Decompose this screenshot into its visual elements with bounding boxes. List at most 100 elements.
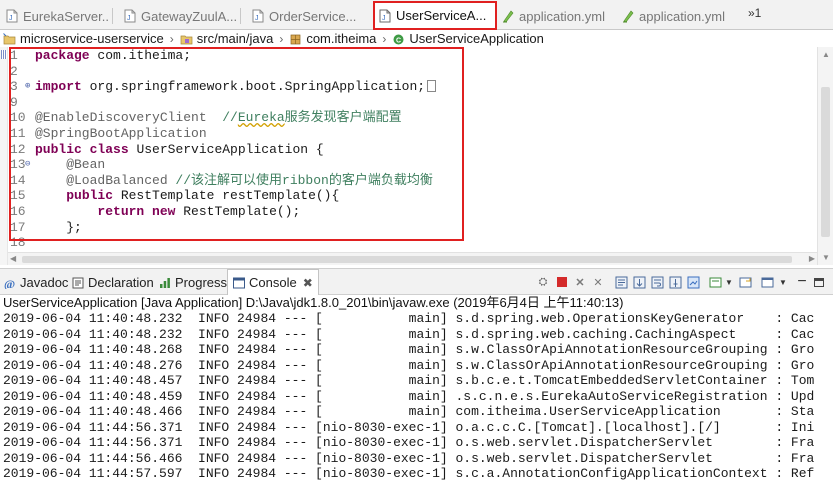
javadoc-icon: @ (4, 277, 15, 289)
tab-gateway-zuul[interactable]: J GatewayZuulA... (124, 4, 236, 28)
tab-application-yml-2[interactable]: application.yml (622, 4, 734, 28)
code-lines[interactable]: 1 package com.itheima; 2 3 ⊕ import org.sprin… (8, 48, 833, 251)
collapse-fold-icon[interactable]: ⊖ (25, 157, 30, 173)
expand-fold-icon[interactable]: ⊕ (25, 79, 30, 95)
breadcrumb-folder[interactable]: src/main/java (180, 31, 273, 46)
progress-icon (160, 277, 170, 288)
clear-console-icon[interactable] (614, 275, 628, 289)
display-console-icon[interactable] (708, 275, 722, 289)
code-token: class (89, 141, 129, 157)
tab-label: OrderService... (269, 8, 357, 24)
code-line[interactable]: 17 }; (8, 220, 833, 236)
log-line: 2019-06-04 11:40:48.276 INFO 24984 --- [… (3, 357, 833, 373)
code-line[interactable]: 13 ⊖ @Bean (8, 157, 833, 173)
code-line[interactable]: 11 @SpringBootApplication (8, 126, 833, 142)
svg-text:J: J (9, 15, 13, 22)
log-line: 2019-06-04 11:40:48.459 INFO 24984 --- [… (3, 388, 833, 404)
editor-horizontal-scrollbar[interactable]: ◀ ▶ (8, 252, 817, 265)
close-icon[interactable]: ✖ (303, 276, 313, 290)
maximize-icon[interactable] (812, 275, 826, 289)
arrow-left-icon[interactable]: ◀ (10, 254, 16, 263)
tab-console[interactable]: Console ✖ (227, 269, 319, 295)
chevron-right-icon: › (279, 31, 284, 46)
collapsed-region-icon[interactable] (427, 80, 437, 93)
tab-progress[interactable]: Progress (159, 272, 227, 293)
tab-user-service[interactable]: J UserServiceA... ✖ (373, 1, 497, 30)
code-line[interactable]: 18 (8, 235, 833, 251)
console-right-edge (815, 311, 833, 483)
code-line[interactable]: 14 @LoadBalanced //该注解可以使用ribbon的客户端负载均衡 (8, 173, 833, 189)
scrollbar-thumb[interactable] (821, 87, 830, 237)
tab-application-yml-1[interactable]: application.yml (502, 4, 614, 28)
line-number: 11 (10, 125, 26, 141)
code-line[interactable]: 2 (8, 64, 833, 80)
show-console-icon[interactable] (686, 275, 700, 289)
breadcrumb-class-label: UserServiceApplication (409, 31, 544, 46)
svg-text:J: J (127, 15, 131, 22)
code-line[interactable]: 3 ⊕ import org.springframework.boot.Spring… (8, 79, 833, 95)
line-number: 15 (10, 188, 26, 204)
code-line[interactable]: 10 @EnableDiscoveryClient //Eureka服务发现客户端… (8, 110, 833, 126)
code-token: @LoadBalanced (35, 172, 168, 188)
terminate-icon[interactable] (555, 275, 569, 289)
tab-declaration[interactable]: Declaration (72, 272, 154, 293)
tab-label: EurekaServer... (23, 8, 110, 24)
code-text: public RestTemplate restTemplate(){ (35, 188, 339, 204)
arrow-down-icon[interactable]: ▼ (822, 253, 830, 262)
remove-all-icon[interactable]: ✕ (591, 275, 605, 289)
code-line[interactable]: 1 package com.itheima; (8, 48, 833, 64)
code-line[interactable]: 9 (8, 95, 833, 111)
new-console-icon[interactable] (760, 275, 774, 289)
log-line: 2019-06-04 11:40:48.457 INFO 24984 --- [… (3, 373, 833, 388)
yml-file-icon (503, 10, 514, 23)
word-wrap-icon[interactable] (650, 275, 664, 289)
chevron-down-icon[interactable]: ▼ (776, 275, 790, 289)
code-text: public class UserServiceApplication { (35, 142, 324, 158)
code-token: }; (35, 219, 82, 235)
chevron-right-icon: › (382, 31, 387, 46)
code-editor[interactable]: 1 package com.itheima; 2 3 ⊕ import org.sprin… (0, 47, 833, 265)
code-token: @Bean (35, 157, 106, 173)
scrollbar-thumb[interactable] (22, 256, 792, 263)
declaration-icon (72, 277, 84, 288)
minimize-icon[interactable]: − (795, 273, 809, 290)
tab-javadoc[interactable]: @ Javadoc (4, 272, 68, 293)
arrow-up-icon[interactable]: ▲ (822, 50, 830, 59)
close-icon[interactable]: ✖ (494, 9, 495, 23)
code-token: UserServiceApplication { (128, 141, 324, 157)
svg-text:@: @ (4, 277, 15, 289)
tab-divider (240, 8, 241, 24)
tab-overflow-button[interactable]: »1 (748, 6, 761, 20)
editor-tab-bar: J EurekaServer... J GatewayZuulA... J Or… (0, 0, 833, 30)
editor-vertical-scrollbar[interactable]: ▲ ▼ (817, 47, 833, 265)
code-token: new (152, 203, 176, 219)
code-line[interactable]: 15 public RestTemplate restTemplate(){ (8, 188, 833, 204)
views-tab-bar: @ Javadoc Declaration Progress Console ✖… (0, 268, 833, 295)
arrow-right-icon[interactable]: ▶ (809, 254, 815, 263)
ruler-marker (1, 50, 7, 59)
scroll-lock-console-icon[interactable] (632, 275, 646, 289)
code-token: // (206, 110, 238, 126)
code-line[interactable]: 12 public class UserServiceApplication { (8, 142, 833, 158)
console-output[interactable]: 2019-06-04 11:40:48.232 INFO 24984 --- [… (0, 311, 833, 483)
tab-order-service[interactable]: J OrderService... (252, 4, 360, 28)
tab-label: UserServiceA... (396, 8, 487, 23)
chevron-down-icon[interactable]: ▼ (722, 275, 736, 289)
code-line[interactable]: 16 return new RestTemplate(); (8, 204, 833, 220)
class-icon: C (393, 34, 404, 44)
breadcrumb-package[interactable]: com.itheima (289, 31, 376, 46)
breadcrumb-class[interactable]: C UserServiceApplication (392, 31, 544, 46)
pin-console-icon[interactable] (668, 275, 682, 289)
code-token: public (66, 188, 114, 204)
breadcrumb-project[interactable]: microservice-userservice (3, 31, 164, 46)
breadcrumb: microservice-userservice › src/main/java… (0, 30, 833, 47)
remove-launch-icon[interactable]: ✕ (573, 275, 587, 289)
open-console-icon[interactable] (738, 275, 752, 289)
code-text: @EnableDiscoveryClient //Eureka服务发现客户端配置 (35, 110, 402, 126)
console-log-lines: 2019-06-04 11:40:48.232 INFO 24984 --- [… (0, 311, 833, 483)
tab-eureka-server[interactable]: J EurekaServer... (6, 4, 110, 28)
scroll-lock-icon[interactable]: ⛭ (536, 275, 550, 289)
line-number: 17 (10, 219, 26, 235)
